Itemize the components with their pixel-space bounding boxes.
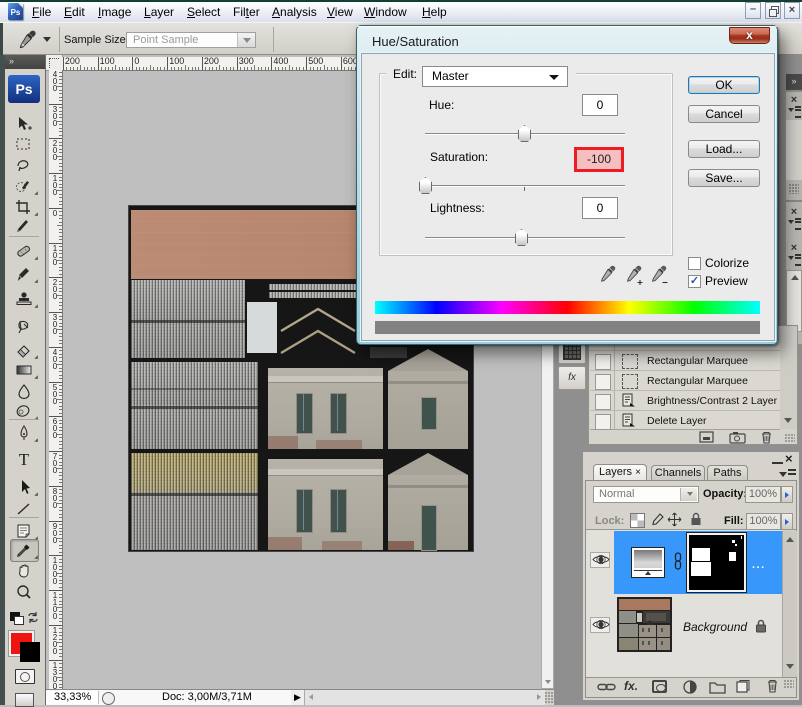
svg-text:T: T	[19, 450, 30, 468]
